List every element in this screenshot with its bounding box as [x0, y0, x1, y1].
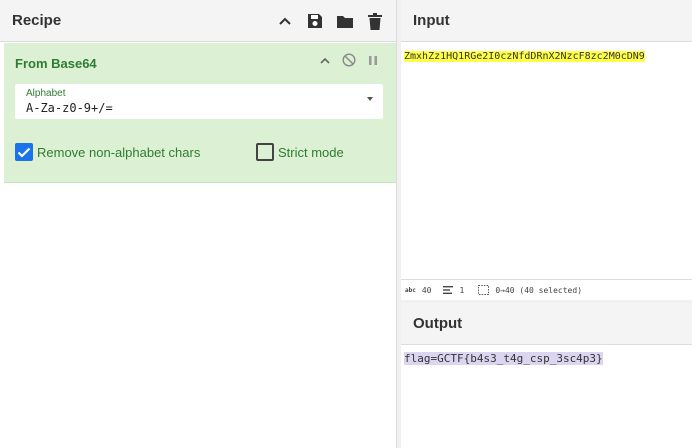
recipe-header-icons: [276, 0, 384, 42]
char-count: 40: [421, 285, 432, 295]
disable-icon[interactable]: [342, 53, 356, 67]
selection-range: 0→40 (40 selected): [495, 285, 583, 295]
output-text: flag=GCTF{b4s3_t4g_csp_3sc4p3}: [404, 352, 603, 365]
input-statusbar: abc 40 1 0→40 (40 selected): [401, 279, 692, 300]
output-header: Output: [401, 303, 692, 345]
input-text: ZmxhZz1HQ1RGe2I0czNfdDRnX2NzcF8zc2M0cDN9: [404, 51, 645, 62]
operation-controls: [318, 53, 380, 67]
input-title: Input: [413, 12, 450, 29]
alphabet-label: Alphabet: [26, 88, 66, 99]
operation-title: From Base64: [15, 56, 97, 71]
output-title: Output: [413, 315, 463, 332]
remove-non-alphabet-option[interactable]: Remove non-alphabet chars: [15, 143, 200, 161]
chevron-up-icon[interactable]: [318, 53, 332, 67]
selection-icon: [478, 285, 490, 295]
alphabet-value: A-Za-z0-9+/=: [26, 101, 113, 115]
save-icon[interactable]: [306, 12, 324, 30]
recipe-pane: Recipe From Base64 Alphabet A-Za-z0-9+/=…: [0, 0, 397, 448]
input-header: Input: [401, 0, 692, 42]
recipe-header: Recipe: [0, 0, 396, 42]
remove-non-alphabet-checkbox[interactable]: [15, 143, 33, 161]
folder-icon[interactable]: [336, 12, 354, 30]
recipe-title: Recipe: [12, 12, 62, 29]
remove-non-alphabet-label: Remove non-alphabet chars: [37, 144, 201, 160]
chevron-up-icon[interactable]: [276, 12, 294, 30]
trash-icon[interactable]: [366, 12, 384, 30]
chevron-down-icon[interactable]: [367, 97, 373, 101]
strict-mode-checkbox[interactable]: [256, 143, 274, 161]
char-count-icon: abc: [405, 286, 416, 294]
output-textarea[interactable]: flag=GCTF{b4s3_t4g_csp_3sc4p3}: [401, 345, 692, 448]
from-base64-operation: From Base64 Alphabet A-Za-z0-9+/= Remove…: [4, 43, 396, 183]
pause-icon[interactable]: [366, 53, 380, 67]
output-pane: Output flag=GCTF{b4s3_t4g_csp_3sc4p3}: [401, 303, 692, 448]
input-pane: Input ZmxhZz1HQ1RGe2I0czNfdDRnX2NzcF8zc2…: [401, 0, 692, 300]
line-count: 1: [459, 285, 465, 295]
line-count-icon: [443, 286, 454, 294]
alphabet-select[interactable]: Alphabet A-Za-z0-9+/=: [15, 84, 383, 119]
strict-mode-label: Strict mode: [278, 144, 344, 160]
input-textarea[interactable]: ZmxhZz1HQ1RGe2I0czNfdDRnX2NzcF8zc2M0cDN9: [401, 42, 692, 279]
strict-mode-option[interactable]: Strict mode: [256, 143, 344, 161]
